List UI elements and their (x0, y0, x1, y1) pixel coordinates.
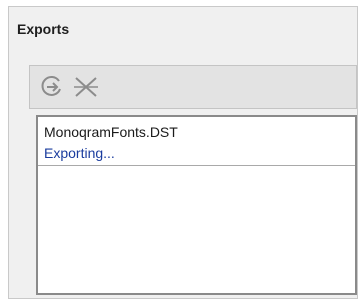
exports-toolbar (29, 65, 357, 109)
list-item[interactable]: MonoqramFonts.DST Exporting... (38, 117, 355, 166)
cancel-export-button[interactable] (70, 72, 102, 102)
export-file-name: MonoqramFonts.DST (44, 124, 178, 140)
exports-panel: Exports MonoqramFonts.DST Exporting... (8, 6, 358, 299)
refresh-icon (41, 76, 61, 96)
exports-list[interactable]: MonoqramFonts.DST Exporting... (36, 115, 357, 295)
panel-title: Exports (17, 21, 70, 37)
export-status: Exporting... (44, 145, 115, 161)
refresh-button[interactable] (36, 72, 68, 102)
cancel-icon (74, 77, 98, 97)
